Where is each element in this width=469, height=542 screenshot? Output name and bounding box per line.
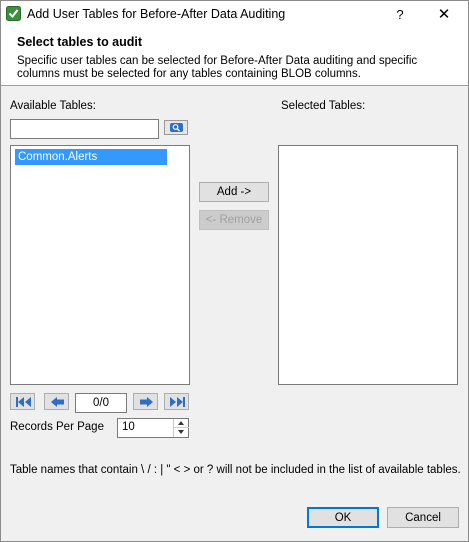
database-audit-icon: [6, 6, 21, 21]
cancel-button[interactable]: Cancel: [387, 507, 459, 528]
last-page-button[interactable]: [164, 393, 189, 410]
records-per-page-stepper[interactable]: 10: [117, 418, 189, 438]
header-title: Select tables to audit: [17, 35, 143, 49]
search-icon: [170, 123, 183, 132]
help-button[interactable]: ?: [387, 4, 413, 26]
search-input[interactable]: [10, 119, 159, 139]
selected-tables-label: Selected Tables:: [281, 100, 366, 112]
page-indicator: 0/0: [75, 393, 127, 413]
next-page-button[interactable]: [133, 393, 158, 410]
header-description: Specific user tables can be selected for…: [17, 55, 418, 80]
close-button[interactable]: ✕: [429, 4, 459, 26]
info-note: Table names that contain \ / : | " < > o…: [10, 464, 461, 476]
selected-tables-list[interactable]: [278, 145, 458, 385]
first-page-button[interactable]: [10, 393, 35, 410]
list-item[interactable]: Common.Alerts: [15, 149, 167, 165]
search-button[interactable]: [164, 120, 188, 135]
window-title: Add User Tables for Before-After Data Au…: [27, 7, 286, 21]
spin-up-icon[interactable]: [174, 419, 189, 428]
add-button[interactable]: Add ->: [199, 182, 269, 202]
previous-page-button[interactable]: [44, 393, 69, 410]
remove-button[interactable]: <- Remove: [199, 210, 269, 230]
available-tables-label: Available Tables:: [10, 100, 96, 112]
spinner: [173, 419, 189, 437]
available-tables-list[interactable]: Common.Alerts: [10, 145, 190, 385]
records-per-page-label: Records Per Page: [10, 421, 104, 433]
ok-button[interactable]: OK: [307, 507, 379, 528]
header-panel: Select tables to audit Specific user tab…: [1, 31, 468, 86]
spin-down-icon[interactable]: [174, 428, 189, 437]
title-bar: Add User Tables for Before-After Data Au…: [1, 1, 468, 31]
records-per-page-value[interactable]: 10: [122, 421, 135, 433]
dialog-window: Add User Tables for Before-After Data Au…: [0, 0, 469, 542]
